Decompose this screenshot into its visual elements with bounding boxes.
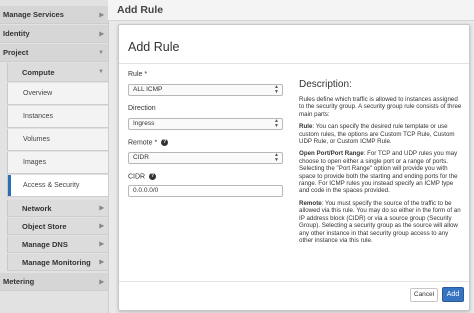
select-arrows-icon: ▲ ▼ xyxy=(274,118,279,129)
sidebar-section-manage-services[interactable]: Manage Services ▶ xyxy=(0,6,108,24)
direction-select-value: Ingress xyxy=(133,120,155,127)
sidebar-section-label: Metering xyxy=(3,277,35,286)
description-text: : For TCP and UDP rules you may choose t… xyxy=(299,150,458,195)
add-rule-modal: Add Rule Rule * ALL ICMP ▲ ▼ Direction In… xyxy=(118,24,470,311)
remote-select-value: CIDR xyxy=(133,154,149,161)
description-term: Open Port/Port Range xyxy=(299,150,364,158)
description-remote: Remote: You must specify the source of t… xyxy=(299,200,462,244)
description-intro: Rules define which traffic is allowed to… xyxy=(299,96,462,118)
cancel-button[interactable]: Cancel xyxy=(410,288,438,302)
sidebar-panel-object-store[interactable]: Object Store ▶ xyxy=(7,218,108,235)
cidr-label-text: CIDR xyxy=(128,173,146,181)
help-icon[interactable]: ? xyxy=(161,139,169,146)
description-text: : You must specify the source of the tra… xyxy=(299,199,461,244)
sidebar-item-volumes[interactable]: Volumes xyxy=(7,129,108,151)
direction-select[interactable]: Ingress ▲ ▼ xyxy=(128,118,283,130)
add-button[interactable]: Add xyxy=(442,287,464,302)
chevron-right-icon: ▶ xyxy=(99,205,104,212)
description-text: : You can specify the desired rule templ… xyxy=(299,123,455,146)
rule-select-value: ALL ICMP xyxy=(133,86,163,93)
sidebar-panel-manage-dns[interactable]: Manage DNS ▶ xyxy=(7,236,108,253)
remote-label-text: Remote xyxy=(128,139,153,147)
modal-footer-divider xyxy=(119,281,469,282)
select-arrows-icon: ▲ ▼ xyxy=(274,152,279,163)
sidebar-section-label: Identity xyxy=(3,29,30,38)
sidebar: Manage Services ▶ Identity ▶ Project ▼ C… xyxy=(0,0,109,313)
description-term: Rule xyxy=(299,123,313,131)
sidebar-panel-manage-monitoring[interactable]: Manage Monitoring ▶ xyxy=(7,254,108,271)
description-heading: Description: xyxy=(299,79,352,90)
direction-label-text: Direction xyxy=(128,105,156,112)
remote-label: Remote * ? xyxy=(128,139,169,147)
chevron-down-icon: ▼ xyxy=(98,49,104,56)
chevron-right-icon: ▶ xyxy=(99,279,104,285)
sidebar-section-identity[interactable]: Identity ▶ xyxy=(0,25,108,43)
chevron-right-icon: ▶ xyxy=(99,259,104,266)
rule-label-text: Rule xyxy=(128,71,143,78)
chevron-right-icon: ▶ xyxy=(99,223,104,230)
rule-label: Rule * xyxy=(128,71,147,78)
description-panel: Description: Rules define which traffic … xyxy=(299,79,462,249)
sidebar-panel-compute[interactable]: Compute ▼ xyxy=(7,63,108,82)
sidebar-item-instances[interactable]: Instances xyxy=(7,106,108,128)
description-port: Open Port/Port Range: For TCP and UDP ru… xyxy=(299,150,462,194)
required-marker: * xyxy=(144,71,148,78)
page-title: Add Rule xyxy=(117,4,164,16)
sidebar-item-overview[interactable]: Overview xyxy=(7,83,108,105)
sidebar-panel-label: Compute xyxy=(22,67,55,77)
sidebar-panel-network[interactable]: Network ▶ xyxy=(7,200,108,217)
required-marker: * xyxy=(154,139,158,147)
page-header: Add Rule xyxy=(108,0,474,21)
sidebar-section-label: Project xyxy=(3,48,29,57)
sidebar-item-access-security[interactable]: Access & Security xyxy=(7,175,108,197)
chevron-right-icon: ▶ xyxy=(99,12,104,18)
sidebar-item-label: Images xyxy=(23,159,46,166)
sidebar-section-label: Manage Services xyxy=(3,10,64,19)
sidebar-panel-label: Manage Monitoring xyxy=(22,257,91,267)
sidebar-section-metering[interactable]: Metering ▶ xyxy=(0,273,108,291)
sidebar-item-label: Access & Security xyxy=(23,182,80,189)
direction-label: Direction xyxy=(128,105,156,112)
modal-title: Add Rule xyxy=(128,40,180,54)
description-rule: Rule: You can specify the desired rule t… xyxy=(299,123,462,145)
description-term: Remote xyxy=(299,199,322,207)
sidebar-item-label: Instances xyxy=(23,113,53,120)
cidr-input-value: 0.0.0.0/0 xyxy=(133,187,159,194)
chevron-right-icon: ▶ xyxy=(99,241,104,248)
chevron-right-icon: ▶ xyxy=(99,31,104,37)
cidr-input[interactable]: 0.0.0.0/0 xyxy=(128,185,283,197)
cidr-label: CIDR ? xyxy=(128,173,157,181)
remote-select[interactable]: CIDR ▲ ▼ xyxy=(128,152,283,164)
sidebar-section-project[interactable]: Project ▼ xyxy=(0,44,108,62)
modal-header-divider xyxy=(119,63,469,64)
sidebar-panel-label: Object Store xyxy=(22,221,67,231)
sidebar-panel-label: Network xyxy=(22,203,52,213)
rule-select[interactable]: ALL ICMP ▲ ▼ xyxy=(128,84,283,96)
select-arrows-icon: ▲ ▼ xyxy=(274,84,279,95)
sidebar-item-images[interactable]: Images xyxy=(7,152,108,174)
chevron-down-icon: ▼ xyxy=(98,69,104,75)
sidebar-item-label: Overview xyxy=(23,90,53,97)
sidebar-panel-label: Manage DNS xyxy=(22,239,68,249)
sidebar-item-label: Volumes xyxy=(23,136,50,143)
help-icon[interactable]: ? xyxy=(149,173,157,180)
